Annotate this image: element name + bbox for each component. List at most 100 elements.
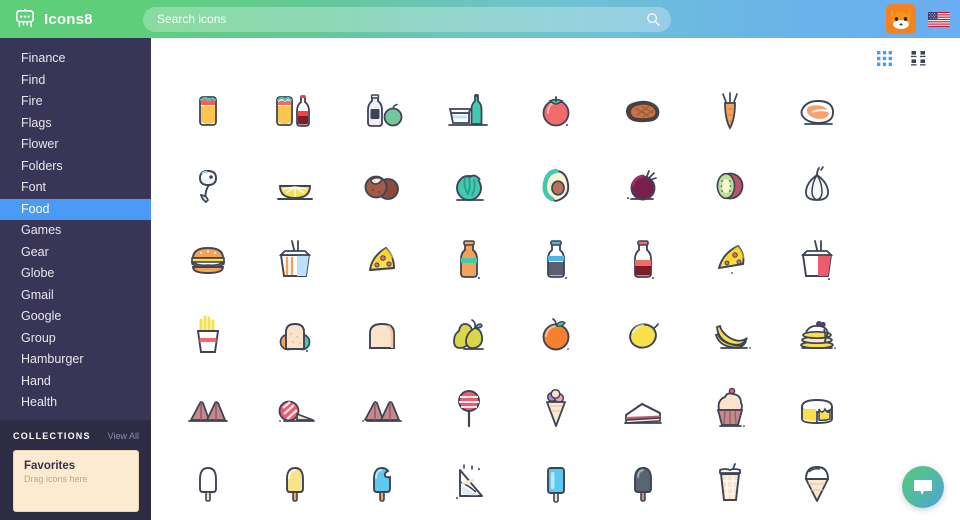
icon-cell-candy[interactable] [251, 372, 338, 447]
sidebar-item-folders[interactable]: Folders [0, 156, 151, 178]
icon-cell-cola-bottle[interactable] [599, 223, 686, 298]
icon-cell-lemon[interactable] [599, 298, 686, 373]
chat-widget-button[interactable] [902, 466, 944, 508]
icon-cell-banana[interactable] [686, 298, 773, 373]
icon-cell-popsicle-white[interactable] [164, 447, 251, 520]
icons8-app: Icons8 Search icons Finance Find Fire Fl… [0, 0, 960, 520]
sidebar-item-google[interactable]: Google [0, 306, 151, 328]
icon-cell-bread-slice[interactable] [338, 298, 425, 373]
grid-view-icon[interactable] [876, 50, 893, 67]
red-noodle-box-icon [800, 240, 833, 281]
sidebar-item-food[interactable]: Food [0, 198, 151, 220]
beet-icon [626, 169, 657, 201]
popsicle-gray-icon [633, 466, 652, 502]
icon-cell-milkshake[interactable] [686, 447, 773, 520]
icon-cell-cake-slice[interactable] [599, 372, 686, 447]
icon-cell-soft-serve[interactable] [773, 447, 860, 520]
icon-cell-ice-cream-cone-outline[interactable] [425, 447, 512, 520]
icon-cell-salmon[interactable] [773, 74, 860, 149]
sidebar-item-find[interactable]: Find [0, 70, 151, 92]
us-flag-icon[interactable] [928, 11, 950, 27]
sidebar-item-fire[interactable]: Fire [0, 91, 151, 113]
lemon-icon [628, 322, 659, 349]
icon-cell-lunch-box[interactable] [425, 74, 512, 149]
search-input[interactable] [143, 6, 671, 32]
popsicle-white-icon [198, 466, 217, 502]
icon-cell-pear[interactable] [425, 298, 512, 373]
icon-cell-chestnut[interactable] [338, 149, 425, 224]
popsicle-blue-icon [372, 466, 391, 502]
icon-cell-lemon-slice[interactable] [251, 149, 338, 224]
view-all-link[interactable]: View All [108, 431, 139, 441]
icon-cell-sandwich[interactable] [251, 298, 338, 373]
detail-view-icon[interactable] [910, 50, 927, 67]
icon-cell-fortune-cookies-alt[interactable] [338, 372, 425, 447]
avocado-icon [542, 168, 569, 202]
cabbage-icon [455, 174, 484, 201]
sidebar-item-hamburger[interactable]: Hamburger [0, 349, 151, 371]
icon-cell-popsicle-yellow[interactable] [251, 447, 338, 520]
icon-cell-carrot[interactable] [686, 74, 773, 149]
icon-cell-tomato[interactable] [512, 74, 599, 149]
icon-cell-french-fries[interactable] [164, 298, 251, 373]
icon-cell-red-noodle-box[interactable] [773, 223, 860, 298]
garlic-icon [804, 165, 829, 201]
icon-cell-ice-cream-cone[interactable] [512, 372, 599, 447]
favorites-card[interactable]: Favorites Drag icons here [13, 450, 139, 512]
fish-icon [198, 169, 217, 203]
icon-cell-fortune-cookies[interactable] [164, 372, 251, 447]
sidebar-item-flower[interactable]: Flower [0, 134, 151, 156]
cupcake-icon [716, 387, 745, 428]
icon-cell-lollipop[interactable] [425, 372, 512, 447]
search-bar[interactable] [143, 6, 671, 32]
sidebar-item-group[interactable]: Group [0, 328, 151, 350]
icon-cell-taco[interactable] [164, 74, 251, 149]
soft-serve-icon [804, 465, 829, 502]
steak-icon [625, 101, 659, 123]
icon-cell-kiwi[interactable] [686, 149, 773, 224]
icon-cell-orange[interactable] [512, 298, 599, 373]
icon-cell-cupcake[interactable] [686, 372, 773, 447]
icon-cell-cabbage[interactable] [425, 149, 512, 224]
sidebar-item-gmail[interactable]: Gmail [0, 285, 151, 307]
icon-cell-cheesecake[interactable] [773, 372, 860, 447]
sandwich-icon [279, 322, 310, 352]
icon-cell-popsicle-gray[interactable] [599, 447, 686, 520]
sidebar-item-globe[interactable]: Globe [0, 263, 151, 285]
water-bottle-icon [546, 240, 567, 280]
sidebar-item-flags[interactable]: Flags [0, 113, 151, 135]
sidebar-item-hand[interactable]: Hand [0, 371, 151, 393]
icon-cell-garlic[interactable] [773, 149, 860, 224]
icon-cell-avocado[interactable] [512, 149, 599, 224]
lunch-box-and-bottle-icon [447, 94, 488, 127]
icon-cell-pancakes[interactable] [773, 298, 860, 373]
view-toolbar [876, 50, 927, 67]
icon-cell-taco-and-cola[interactable] [251, 74, 338, 149]
category-list: Finance Find Fire Flags Flower Folders F… [0, 38, 151, 414]
icon-cell-hamburger[interactable] [164, 223, 251, 298]
icon-cell-fish[interactable] [164, 149, 251, 224]
sidebar-item-font[interactable]: Font [0, 177, 151, 199]
icon-cell-water-bottle[interactable] [512, 223, 599, 298]
icon-cell-popsicle-blue[interactable] [338, 447, 425, 520]
taco-icon [198, 96, 217, 127]
icon-cell-ice-bar-blue[interactable] [512, 447, 599, 520]
icon-cell-pizza-slice-alt[interactable] [686, 223, 773, 298]
taco-and-cola-icon [275, 95, 310, 128]
brand[interactable]: Icons8 [0, 9, 151, 29]
sidebar-item-health[interactable]: Health [0, 392, 151, 414]
sidebar-item-gear[interactable]: Gear [0, 242, 151, 264]
fox-avatar-icon[interactable] [886, 4, 916, 34]
icon-cell-pizza[interactable] [338, 223, 425, 298]
icon-cell-orange-soda[interactable] [425, 223, 512, 298]
icon-cell-steak[interactable] [599, 74, 686, 149]
collections-panel: COLLECTIONS View All Favorites Drag icon… [0, 420, 151, 520]
banana-icon [714, 324, 751, 349]
brand-name: Icons8 [44, 10, 93, 28]
pear-icon [452, 318, 484, 350]
icon-cell-milk-and-apple[interactable] [338, 74, 425, 149]
icon-cell-beet[interactable] [599, 149, 686, 224]
sidebar-item-finance[interactable]: Finance [0, 48, 151, 70]
icon-cell-noodle-box[interactable] [251, 223, 338, 298]
sidebar-item-games[interactable]: Games [0, 220, 151, 242]
